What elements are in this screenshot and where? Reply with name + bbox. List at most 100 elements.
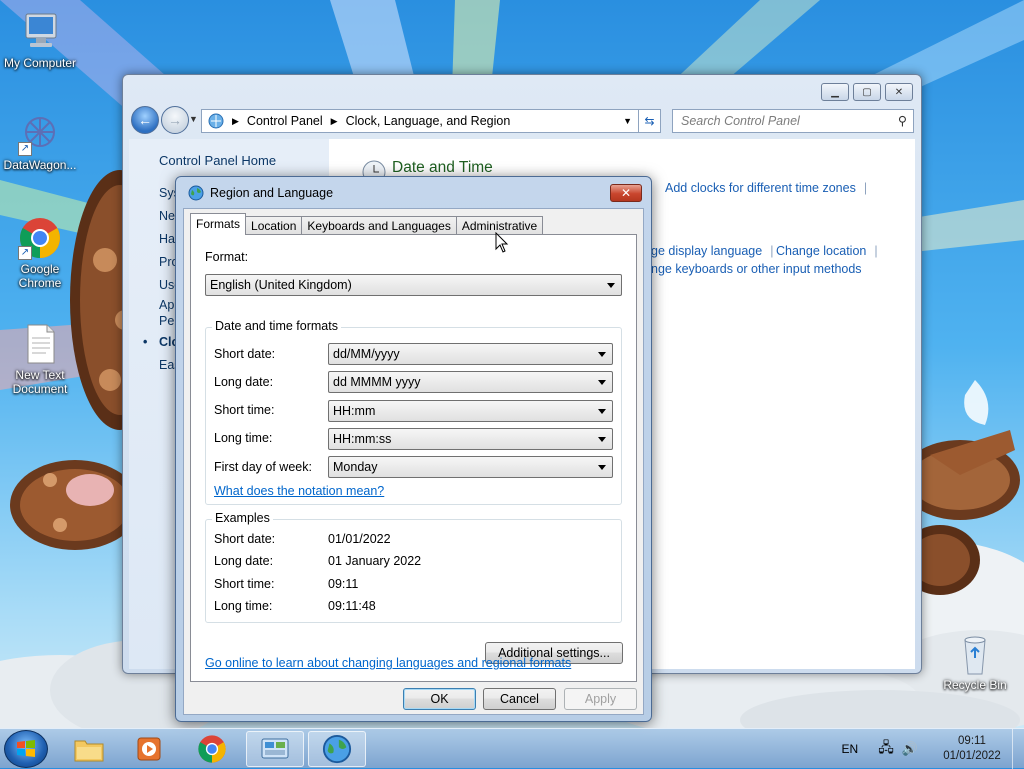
volume-icon[interactable]: 🔊 (902, 741, 918, 757)
maximize-icon: ▢ (862, 86, 872, 98)
link-separator: | (770, 244, 774, 258)
refresh-icon: ⇆ (644, 114, 655, 128)
start-button[interactable] (4, 730, 48, 768)
short-time-label: Short time: (214, 403, 275, 417)
refresh-button[interactable]: ⇆ (638, 110, 660, 132)
datawagon-icon: ↗ (18, 112, 62, 156)
computer-icon (18, 10, 62, 54)
minimize-icon: ▁ (831, 86, 839, 98)
chevron-down-icon (607, 283, 615, 288)
language-indicator[interactable]: EN (842, 742, 859, 756)
chevron-down-icon (598, 437, 606, 442)
examples-title: Examples (212, 511, 273, 525)
maximize-button[interactable]: ▢ (853, 83, 881, 101)
search-input[interactable]: Search Control Panel ⚲ (672, 109, 914, 133)
taskbar-media-player-button[interactable] (120, 731, 178, 767)
change-location-link[interactable]: Change location | (776, 244, 886, 258)
dialog-title: Region and Language (210, 186, 334, 200)
tab-keyboards-and-languages[interactable]: Keyboards and Languages (301, 216, 457, 235)
breadcrumb-separator-icon: ▶ (232, 115, 239, 126)
address-bar[interactable]: ▶ Control Panel ▶ Clock, Language, and R… (201, 109, 661, 133)
example-short-date-label: Short date: (214, 532, 276, 546)
text-document-icon (18, 322, 62, 366)
globe-icon (322, 734, 352, 764)
online-help-link[interactable]: Go online to learn about changing langua… (205, 656, 571, 670)
link-separator: | (874, 244, 878, 258)
chevron-down-icon (598, 352, 606, 357)
short-time-select[interactable]: HH:mm (328, 400, 613, 422)
close-icon: ✕ (894, 86, 904, 98)
desktop-icon-label: My Computer (3, 56, 77, 70)
taskbar-control-panel-button[interactable] (246, 731, 304, 767)
control-panel-home-link[interactable]: Control Panel Home (159, 153, 329, 168)
taskbar-chrome-button[interactable] (183, 731, 241, 767)
clock-time: 09:11 (958, 735, 986, 747)
chevron-down-icon (598, 465, 606, 470)
search-icon[interactable]: ⚲ (898, 113, 907, 128)
close-window-button[interactable]: ✕ (885, 83, 913, 101)
taskbar-clock[interactable]: 09:11 01/01/2022 (932, 734, 1012, 764)
chrome-icon: ↗ (18, 216, 62, 260)
forward-button[interactable]: → (161, 106, 189, 134)
tab-formats[interactable]: Formats (190, 213, 247, 235)
date-and-time-heading[interactable]: Date and Time (392, 159, 493, 177)
recycle-bin-icon (953, 632, 997, 676)
add-clocks-link[interactable]: Add clocks for different time zones | (665, 181, 875, 195)
short-date-select[interactable]: dd/MM/yyyy (328, 343, 613, 365)
dialog-tabs: Formats Location Keyboards and Languages… (190, 213, 544, 235)
media-player-icon (137, 737, 161, 761)
apply-button[interactable]: Apply (564, 688, 637, 710)
control-panel-icon (261, 738, 289, 759)
breadcrumb-control-panel[interactable]: Control Panel (247, 114, 323, 128)
taskbar-region-language-button[interactable] (308, 731, 366, 767)
format-label: Format: (205, 250, 249, 264)
current-item-bullet-icon: • (143, 335, 148, 349)
example-short-time-value: 09:11 (328, 577, 359, 591)
control-panel-icon (208, 113, 224, 129)
dialog-close-button[interactable]: ✕ (610, 184, 642, 202)
long-time-select[interactable]: HH:mm:ss (328, 428, 613, 450)
chevron-down-icon (598, 380, 606, 385)
window-caption-buttons: ▁ ▢ ✕ (821, 83, 913, 101)
recent-pages-dropdown-icon[interactable]: ▼ (189, 114, 198, 124)
dialog-title-bar: Region and Language (188, 185, 333, 201)
date-time-formats-title: Date and time formats (212, 319, 341, 333)
address-dropdown-icon[interactable]: ▼ (623, 116, 632, 126)
taskbar-explorer-button[interactable] (60, 731, 118, 767)
example-long-date-label: Long date: (214, 554, 274, 568)
first-day-of-week-select[interactable]: Monday (328, 456, 613, 478)
change-display-language-label: ge display language (651, 244, 763, 258)
chevron-down-icon (598, 409, 606, 414)
long-time-value: HH:mm:ss (333, 432, 392, 446)
network-icon[interactable]: 🖧 (878, 737, 894, 761)
cancel-button[interactable]: Cancel (483, 688, 556, 710)
change-keyboards-link[interactable]: nge keyboards or other input methods (651, 262, 862, 276)
format-value: English (United Kingdom) (210, 278, 352, 292)
back-arrow-icon: ← (138, 112, 152, 128)
desktop-icon-recycle-bin[interactable]: Recycle Bin (935, 632, 1015, 692)
long-date-select[interactable]: dd MMMM yyyy (328, 371, 613, 393)
back-button[interactable]: ← (131, 106, 159, 134)
link-separator: | (863, 181, 868, 195)
short-time-value: HH:mm (333, 404, 376, 418)
desktop-icon-google-chrome[interactable]: ↗ Google Chrome (0, 216, 80, 290)
change-display-language-link[interactable]: ge display language | (651, 244, 781, 258)
ok-button[interactable]: OK (403, 688, 476, 710)
desktop-icon-new-text-document[interactable]: New Text Document (0, 322, 80, 396)
show-desktop-button[interactable] (1012, 729, 1024, 769)
minimize-button[interactable]: ▁ (821, 83, 849, 101)
short-date-value: dd/MM/yyyy (333, 347, 400, 361)
desktop-icon-label: Recycle Bin (943, 678, 1007, 692)
desktop-icon-datawagon[interactable]: ↗ DataWagon... (0, 112, 80, 172)
breadcrumb-clock-language-region[interactable]: Clock, Language, and Region (346, 114, 511, 128)
desktop-icon-my-computer[interactable]: My Computer (0, 10, 80, 70)
breadcrumb-separator-icon: ▶ (330, 115, 338, 126)
region-and-language-dialog[interactable]: Region and Language ✕ Formats Location K… (175, 176, 652, 722)
shortcut-arrow-icon: ↗ (18, 246, 32, 260)
tab-location[interactable]: Location (245, 216, 303, 235)
change-location-label: Change location (776, 244, 867, 258)
format-select[interactable]: English (United Kingdom) (205, 274, 622, 296)
close-icon: ✕ (620, 186, 632, 200)
add-clocks-label: Add clocks for different time zones (665, 181, 856, 195)
notation-help-link[interactable]: What does the notation mean? (214, 484, 384, 498)
